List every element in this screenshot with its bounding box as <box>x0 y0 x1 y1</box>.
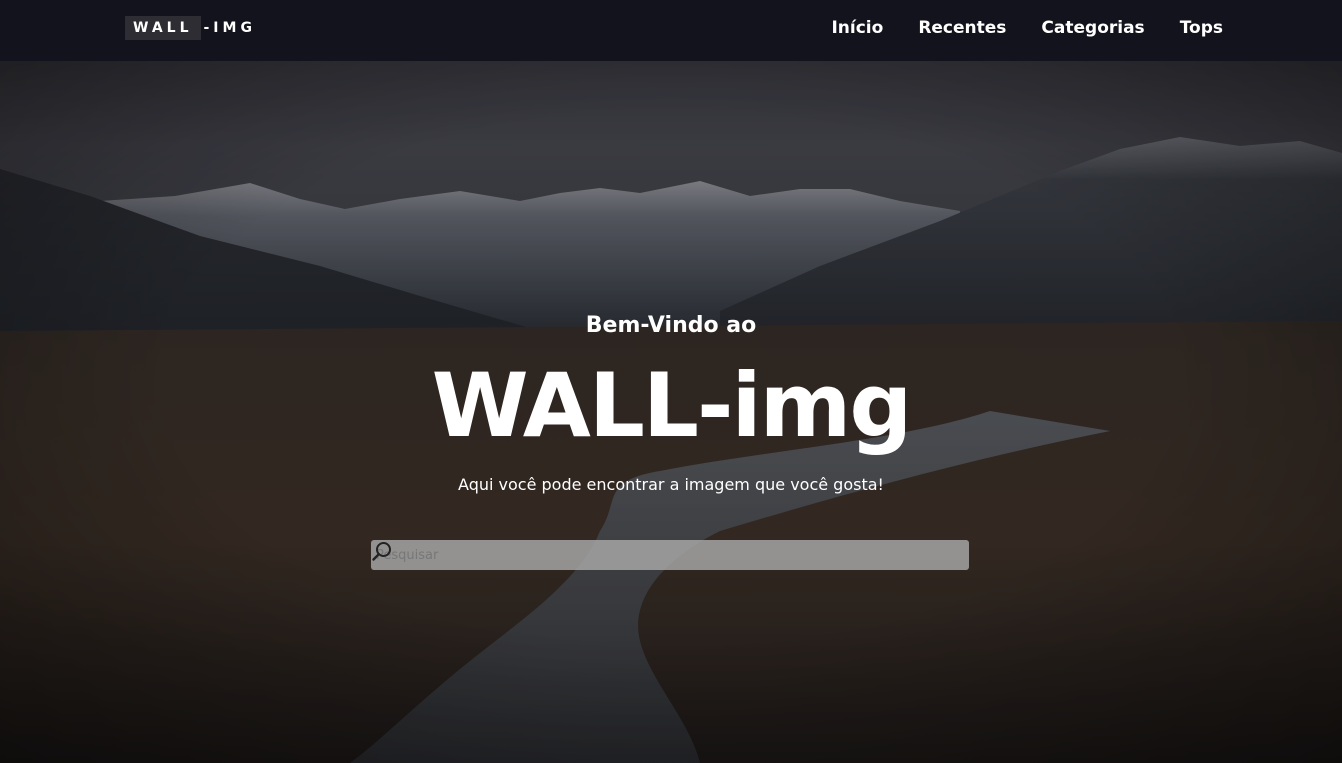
welcome-text: Bem-Vindo ao <box>585 313 757 338</box>
search-bar <box>371 540 969 570</box>
search-button[interactable] <box>372 540 969 570</box>
hero-content: Bem-Vindo ao WALL-img Aqui você pode enc… <box>0 61 1342 763</box>
logo-rest-text: -IMG <box>203 20 256 36</box>
search-input[interactable] <box>371 541 939 569</box>
logo-box-text: WALL <box>125 16 201 40</box>
hero-tagline: Aqui você pode encontrar a imagem que vo… <box>458 475 884 494</box>
main-nav: Início Recentes Categorias Tops <box>831 0 1223 56</box>
nav-link-inicio[interactable]: Início <box>831 18 883 38</box>
hero-title: WALL-img <box>431 354 913 457</box>
nav-link-categorias[interactable]: Categorias <box>1041 18 1144 38</box>
search-icon <box>372 542 391 561</box>
navbar: WALL -IMG Início Recentes Categorias Top… <box>0 0 1342 61</box>
nav-link-tops[interactable]: Tops <box>1180 18 1223 38</box>
site-logo[interactable]: WALL -IMG <box>125 16 256 40</box>
hero-section: Bem-Vindo ao WALL-img Aqui você pode enc… <box>0 61 1342 763</box>
nav-link-recentes[interactable]: Recentes <box>918 18 1006 38</box>
